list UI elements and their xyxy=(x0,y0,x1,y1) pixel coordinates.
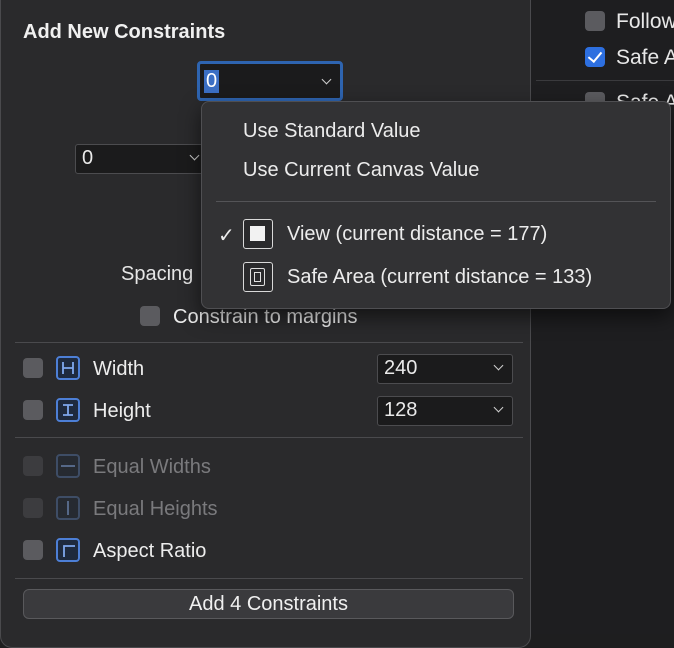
follow-checkbox[interactable] xyxy=(585,11,605,31)
height-checkbox[interactable] xyxy=(23,400,43,420)
panel-divider xyxy=(536,80,674,81)
chevron-down-icon xyxy=(493,360,504,371)
equal-heights-checkbox[interactable] xyxy=(23,498,43,518)
aspect-ratio-checkbox[interactable] xyxy=(23,540,43,560)
height-label: Height xyxy=(93,400,151,422)
spacing-label: Spacing xyxy=(121,263,194,285)
top-spacing-value: 0 xyxy=(204,70,220,93)
width-checkbox[interactable] xyxy=(23,358,43,378)
menu-item-safe-area[interactable]: Safe Area (current distance = 133) xyxy=(287,266,592,289)
equal-heights-icon xyxy=(56,496,80,520)
equal-heights-label: Equal Heights xyxy=(93,498,218,520)
constrain-margins-checkbox[interactable] xyxy=(140,306,160,326)
view-icon xyxy=(243,219,273,249)
safe-area-icon xyxy=(243,262,273,292)
safe-area-checkbox[interactable] xyxy=(585,47,605,67)
section-divider xyxy=(15,437,523,438)
background-inspector-panel: Follow Safe A Safe A xyxy=(530,0,674,634)
spacing-options-menu: Use Standard Value Use Current Canvas Va… xyxy=(201,101,671,309)
height-value-field[interactable]: 128 xyxy=(377,396,513,426)
popover-title: Add New Constraints xyxy=(23,21,226,43)
menu-item-use-standard-value[interactable]: Use Standard Value xyxy=(243,120,421,143)
menu-divider xyxy=(216,201,656,202)
top-spacing-field[interactable]: 0 xyxy=(197,61,343,101)
chevron-down-icon xyxy=(321,74,332,85)
height-constraint-icon xyxy=(56,398,80,422)
follow-label: Follow xyxy=(616,10,674,33)
add-constraints-popover: Add New Constraints 0 0 Spacing Constrai… xyxy=(0,0,531,648)
left-spacing-field[interactable]: 0 xyxy=(75,144,209,174)
chevron-down-icon xyxy=(493,402,504,413)
width-constraint-icon xyxy=(56,356,80,380)
safe-area-label: Safe A xyxy=(616,46,674,69)
section-divider xyxy=(15,578,523,579)
menu-item-view[interactable]: View (current distance = 177) xyxy=(287,223,547,246)
add-constraints-button[interactable]: Add 4 Constraints xyxy=(23,589,514,619)
section-divider xyxy=(15,342,523,343)
equal-widths-checkbox[interactable] xyxy=(23,456,43,476)
width-label: Width xyxy=(93,358,145,380)
menu-item-use-canvas-value[interactable]: Use Current Canvas Value xyxy=(243,159,479,182)
width-value: 240 xyxy=(384,357,418,379)
height-value: 128 xyxy=(384,399,418,421)
aspect-ratio-label: Aspect Ratio xyxy=(93,540,207,562)
constrain-margins-label: Constrain to margins xyxy=(173,306,358,328)
checkmark-icon: ✓ xyxy=(218,225,235,247)
equal-widths-icon xyxy=(56,454,80,478)
width-value-field[interactable]: 240 xyxy=(377,354,513,384)
equal-widths-label: Equal Widths xyxy=(93,456,211,478)
chevron-down-icon xyxy=(189,150,200,161)
aspect-ratio-icon xyxy=(56,538,80,562)
left-spacing-value: 0 xyxy=(82,147,94,169)
